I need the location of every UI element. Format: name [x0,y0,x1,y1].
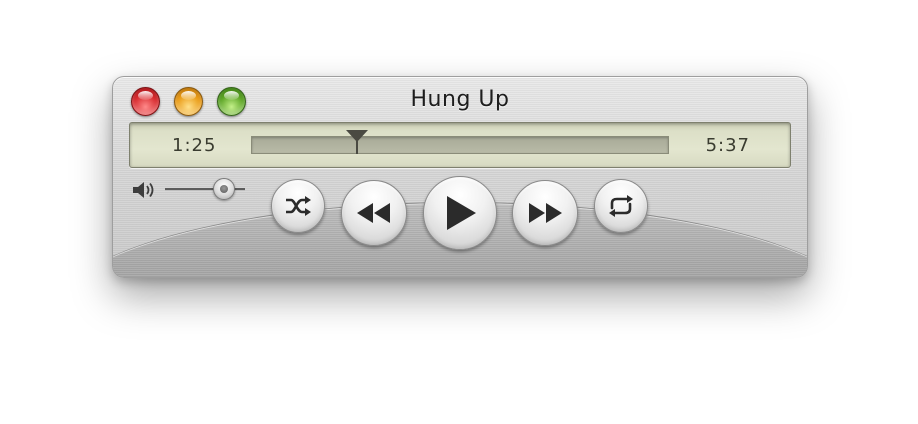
elapsed-time: 1:25 [172,135,217,156]
rewind-icon [356,202,392,224]
repeat-button[interactable] [594,179,648,233]
play-button[interactable] [423,176,497,250]
shuffle-icon [284,195,312,217]
repeat-icon [607,194,635,218]
previous-button[interactable] [341,180,407,246]
lcd-display: 1:25 5:37 [129,122,791,168]
next-button[interactable] [512,180,578,246]
fast-forward-icon [527,202,563,224]
shuffle-button[interactable] [271,179,325,233]
window-title: Hung Up [410,87,510,112]
volume-slider[interactable] [165,178,245,200]
player-window: Hung Up 1:25 5:37 [112,76,808,278]
total-time: 5:37 [705,135,750,156]
speaker-icon [131,180,157,200]
volume-knob[interactable] [212,178,235,200]
play-icon [443,195,477,231]
desktop-background: Hung Up 1:25 5:37 [0,0,918,424]
progress-track[interactable] [251,130,669,154]
